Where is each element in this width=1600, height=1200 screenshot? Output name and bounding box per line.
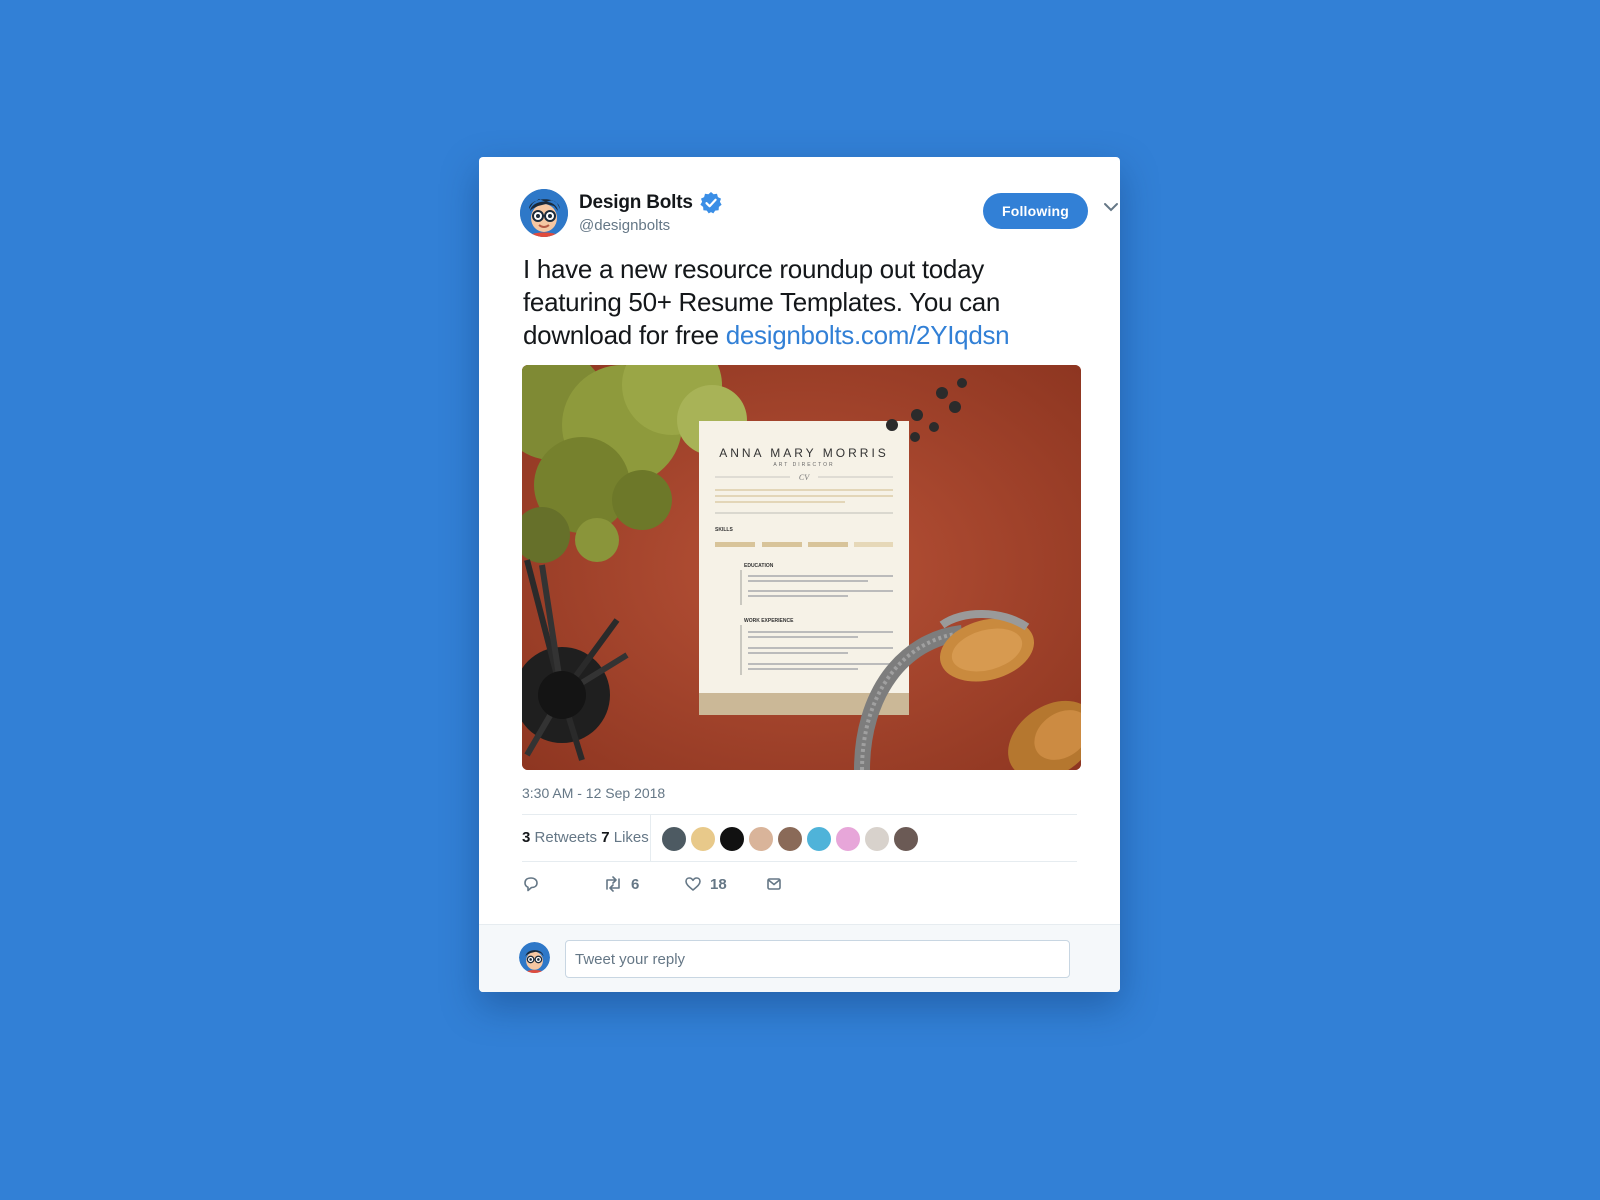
retweets-label: Retweets [534, 829, 598, 846]
author-name[interactable]: Design Bolts [579, 192, 693, 214]
author-handle[interactable]: @designbolts [579, 217, 723, 234]
reply-composer [479, 924, 1120, 992]
resume-name: ANNA MARY MORRIS [719, 446, 889, 460]
retweet-icon [603, 875, 623, 893]
like-icon [684, 875, 702, 893]
user-avatar[interactable] [519, 942, 550, 973]
tweet-header: Design Bolts @designbolts Following [520, 189, 1118, 239]
stats-separator [650, 815, 651, 861]
liker-avatar[interactable] [835, 826, 861, 852]
resume-section-education: EDUCATION [744, 563, 774, 569]
resume-section-skills: SKILLS [715, 527, 733, 533]
message-icon [765, 875, 783, 893]
tweet-card: Design Bolts @designbolts Following I ha… [479, 157, 1120, 992]
resume-monogram: CV [799, 473, 810, 482]
reply-icon [522, 875, 540, 893]
following-button[interactable]: Following [983, 193, 1088, 229]
like-count: 18 [710, 875, 727, 893]
resume-paper: ANNA MARY MORRIS ART DIRECTOR CV SKILLS … [699, 421, 909, 715]
likes-count: 7 [601, 829, 610, 846]
tweet-text: I have a new resource roundup out today … [523, 253, 1083, 352]
retweets-count: 3 [522, 829, 531, 846]
likers-avatars [661, 826, 919, 852]
liker-avatar[interactable] [661, 826, 687, 852]
reply-button[interactable] [522, 875, 548, 893]
liker-avatar[interactable] [777, 826, 803, 852]
tweet-actions: 6 18 [522, 875, 1077, 903]
retweet-button[interactable]: 6 [603, 875, 639, 893]
likes-label: Likes [613, 829, 649, 846]
tweet-stats: 3 Retweets 7 Likes [522, 815, 1077, 861]
message-button[interactable] [765, 875, 783, 893]
liker-avatar[interactable] [893, 826, 919, 852]
liker-avatar[interactable] [748, 826, 774, 852]
author-info: Design Bolts @designbolts [579, 191, 723, 234]
divider [522, 861, 1077, 862]
tweet-timestamp[interactable]: 3:30 AM - 12 Sep 2018 [522, 785, 665, 801]
tweet-link[interactable]: designbolts.com/2YIqdsn [726, 320, 1010, 350]
liker-avatar[interactable] [806, 826, 832, 852]
resume-role: ART DIRECTOR [773, 462, 834, 468]
liker-avatar[interactable] [690, 826, 716, 852]
tweet-media-image[interactable]: ANNA MARY MORRIS ART DIRECTOR CV SKILLS … [522, 365, 1081, 770]
engagement-counts[interactable]: 3 Retweets 7 Likes [522, 829, 649, 846]
like-button[interactable]: 18 [684, 875, 727, 893]
reply-input[interactable] [565, 940, 1070, 978]
verified-badge-icon [699, 191, 723, 215]
liker-avatar[interactable] [719, 826, 745, 852]
author-avatar[interactable] [520, 189, 568, 237]
liker-avatar[interactable] [864, 826, 890, 852]
resume-section-work: WORK EXPERIENCE [744, 618, 794, 624]
retweet-count: 6 [631, 875, 640, 893]
chevron-down-icon[interactable] [1102, 200, 1120, 214]
